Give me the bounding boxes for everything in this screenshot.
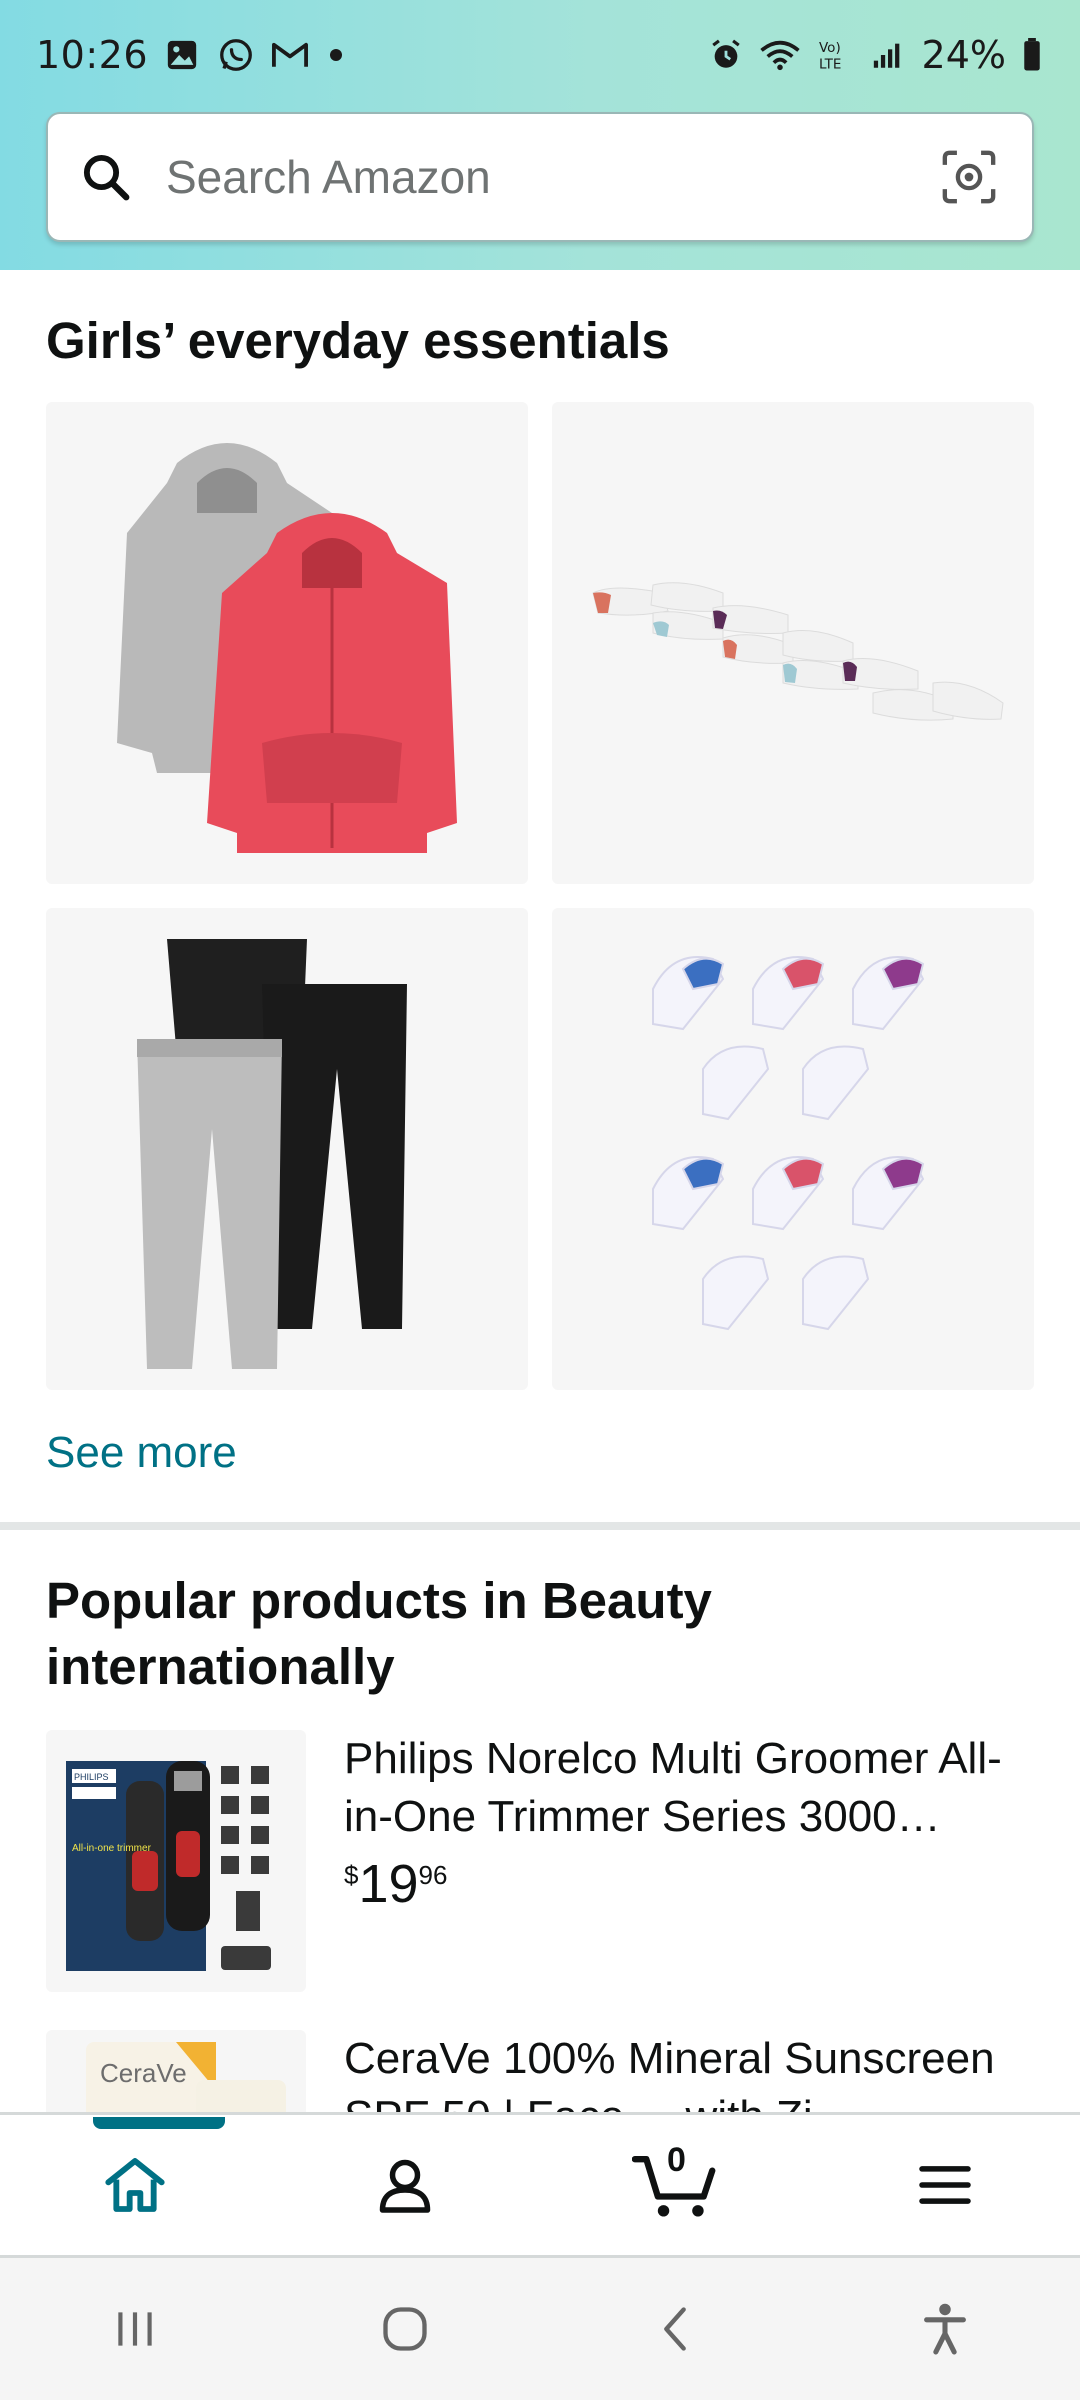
search-icon[interactable] xyxy=(76,147,136,207)
nav-home[interactable] xyxy=(75,2117,225,2245)
cart-count: 0 xyxy=(667,2141,686,2179)
section-divider xyxy=(0,1522,1080,1530)
search-bar[interactable] xyxy=(46,112,1034,242)
product-title[interactable]: Philips Norelco Multi Groomer All-in-One… xyxy=(344,1730,1036,1846)
system-nav-bar xyxy=(0,2258,1080,2400)
product-title[interactable]: CeraVe 100% Mineral Sunscreen SPF 50 | F… xyxy=(344,2030,1036,2112)
account-icon xyxy=(379,2159,431,2213)
no-show-socks-tile[interactable] xyxy=(552,908,1034,1390)
nav-cart[interactable]: 0 xyxy=(615,2125,735,2245)
home-icon xyxy=(105,2158,165,2212)
home-button[interactable] xyxy=(355,2279,455,2379)
price-fraction: 96 xyxy=(418,1860,448,1890)
product-row[interactable]: CeraVe CeraVe 100% Mineral Sunscreen SPF… xyxy=(46,2030,1036,2112)
see-more-link[interactable]: See more xyxy=(46,1428,237,1478)
recents-button[interactable] xyxy=(85,2279,185,2379)
active-indicator xyxy=(93,2117,225,2129)
svg-text:LTE: LTE xyxy=(819,57,841,73)
socks-image xyxy=(652,956,925,1331)
socks-image xyxy=(592,582,1004,721)
back-icon xyxy=(664,2307,686,2351)
accessibility-button[interactable] xyxy=(895,2279,995,2379)
thumb-brand: CeraVe xyxy=(100,2058,187,2088)
hoodies-tile[interactable] xyxy=(46,402,528,884)
product-row[interactable]: PHILIPS All-in-one trimmer Philips Norel… xyxy=(46,1730,1036,1992)
product-thumbnail[interactable]: PHILIPS All-in-one trimmer xyxy=(46,1730,306,1992)
leggings-image xyxy=(137,939,407,1369)
notification-dot-icon xyxy=(330,49,343,61)
thumb-tagline: All-in-one trimmer xyxy=(72,1843,152,1854)
battery-percent: 24% xyxy=(921,33,1006,77)
price-whole: 19 xyxy=(358,1854,419,1914)
ankle-socks-tile[interactable] xyxy=(552,402,1034,884)
leggings-tile[interactable] xyxy=(46,908,528,1390)
camera-lens-icon[interactable] xyxy=(934,142,1004,212)
accessibility-icon xyxy=(924,2303,966,2355)
product-price: $ 19 96 xyxy=(344,1854,447,1914)
nav-account[interactable] xyxy=(345,2125,465,2245)
section-title: Girls’ everyday essentials xyxy=(46,312,670,369)
section-title: Popular products in Beauty international… xyxy=(46,1572,712,1695)
menu-icon xyxy=(919,2166,971,2204)
thumb-brand: PHILIPS xyxy=(74,1772,109,1782)
status-time: 10:26 xyxy=(36,33,149,77)
svg-text:Vo): Vo) xyxy=(819,40,841,56)
price-symbol: $ xyxy=(344,1860,359,1890)
signal-icon xyxy=(868,35,908,75)
volte-icon: Vo) LTE xyxy=(814,35,854,75)
gallery-icon xyxy=(162,35,202,75)
sunscreen-image: CeraVe xyxy=(86,2042,286,2112)
recents-icon xyxy=(118,2312,152,2346)
home-circle-icon xyxy=(383,2307,427,2351)
battery-icon xyxy=(1020,35,1044,75)
alarm-icon xyxy=(706,35,746,75)
bottom-nav: 0 xyxy=(0,2112,1080,2258)
gmail-icon xyxy=(270,35,310,75)
status-bar: 10:26 Vo) LTE 24% xyxy=(0,0,1080,110)
hoodie-image xyxy=(117,443,457,853)
wifi-icon xyxy=(759,35,800,75)
back-button[interactable] xyxy=(625,2279,725,2379)
trimmer-image: PHILIPS All-in-one trimmer xyxy=(66,1761,271,1971)
search-input[interactable] xyxy=(166,137,934,217)
product-thumbnail[interactable]: CeraVe xyxy=(46,2030,306,2112)
whatsapp-icon xyxy=(216,35,256,75)
nav-menu[interactable] xyxy=(885,2125,1005,2245)
